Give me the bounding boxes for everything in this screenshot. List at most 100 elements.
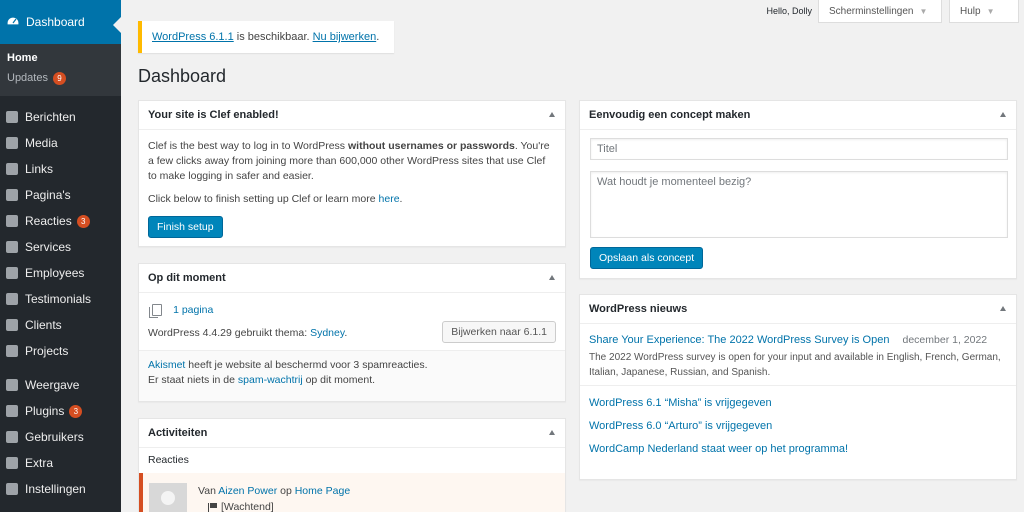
queue-text: Er staat niets in de xyxy=(148,374,238,386)
sidebar-item-0[interactable]: Berichten xyxy=(0,104,121,130)
draft-title-input[interactable]: Titel xyxy=(590,138,1008,160)
widget-header[interactable]: Activiteiten xyxy=(139,419,565,448)
caret-down-icon: ▼ xyxy=(986,6,995,16)
clef-widget: Your site is Clef enabled! Clef is the b… xyxy=(138,100,566,247)
news-link[interactable]: WordPress 6.1 “Misha” is vrijgegeven xyxy=(589,397,772,409)
sidebar-item-2[interactable]: Links xyxy=(0,156,121,182)
comment-text: op xyxy=(277,485,295,497)
draft-content-textarea[interactable]: Wat houdt je momenteel bezig? xyxy=(590,171,1008,238)
collapse-arrow-icon[interactable] xyxy=(549,430,555,435)
version-link[interactable]: WordPress 6.1.1 xyxy=(152,31,234,43)
sidebar-item-label: Gebruikers xyxy=(25,430,84,444)
wordpress-news-widget: WordPress nieuws Share Your Experience: … xyxy=(579,294,1017,480)
quick-draft-widget: Eenvoudig een concept maken Titel Wat ho… xyxy=(579,100,1017,279)
widget-header[interactable]: Your site is Clef enabled! xyxy=(139,101,565,130)
collapse-arrow-icon[interactable] xyxy=(549,275,555,280)
menu-separator xyxy=(0,364,121,372)
news-link-item: WordPress 6.0 “Arturo” is vrijgegeven xyxy=(580,415,1016,438)
settings-icon xyxy=(6,483,18,495)
help-button[interactable]: Hulp ▼ xyxy=(949,0,1019,23)
page-title: Dashboard xyxy=(138,66,227,86)
notice-end: . xyxy=(376,31,380,43)
screen-options-button[interactable]: Scherminstellingen ▼ xyxy=(818,0,942,23)
link-icon xyxy=(6,163,18,175)
main-content: Hello, Dolly Scherminstellingen ▼ Hulp ▼… xyxy=(121,0,1024,512)
news-link[interactable]: WordCamp Nederland staat weer op het pro… xyxy=(589,443,848,455)
dashboard-submenu: Home Updates 9 xyxy=(0,44,121,96)
screen-options-label: Scherminstellingen xyxy=(829,5,914,17)
sidebar-item-label: Links xyxy=(25,162,54,176)
count-badge: 3 xyxy=(69,404,83,418)
news-link[interactable]: WordPress 6.0 “Arturo” is vrijgegeven xyxy=(589,420,772,432)
sidebar-item-label: Weergave xyxy=(25,378,80,392)
sidebar-item-1[interactable]: Media xyxy=(0,130,121,156)
page-count-link[interactable]: 1 pagina xyxy=(173,304,213,316)
news-date: december 1, 2022 xyxy=(902,334,988,346)
admin-sidebar: Dashboard Home Updates 9 Berichten Media Li… xyxy=(0,0,121,512)
collapse-arrow-icon[interactable] xyxy=(549,112,555,117)
sidebar-item-9[interactable]: Projects xyxy=(0,338,121,364)
spam-queue-link[interactable]: spam-wachtrij xyxy=(238,374,303,386)
caret-down-icon: ▼ xyxy=(919,6,928,16)
update-now-link[interactable]: Nu bijwerken xyxy=(313,31,377,43)
clef-description: Clef is the best way to log in to WordPr… xyxy=(148,139,556,184)
brush-icon xyxy=(6,379,18,391)
comment-post-link[interactable]: Home Page xyxy=(295,485,350,497)
news-main-item: Share Your Experience: The 2022 WordPres… xyxy=(580,324,1016,386)
sidebar-item-12[interactable]: Gebruikers xyxy=(0,424,121,450)
collapse-arrow-icon[interactable] xyxy=(1000,112,1006,117)
submenu-updates[interactable]: Updates 9 xyxy=(0,68,121,88)
sidebar-item-10[interactable]: Weergave xyxy=(0,372,121,398)
activity-widget: Activiteiten Reacties Van Aizen Power op… xyxy=(138,418,566,512)
widget-body: Clef is the best way to log in to WordPr… xyxy=(139,130,565,247)
submenu-home[interactable]: Home xyxy=(0,48,121,68)
theme-text: . xyxy=(344,327,348,339)
sidebar-item-label: Projects xyxy=(25,344,69,358)
clef-text: . xyxy=(399,193,403,205)
sidebar-item-3[interactable]: Pagina's xyxy=(0,182,121,208)
collapse-arrow-icon[interactable] xyxy=(1000,306,1006,311)
comment-item: Van Aizen Power op Home Page [Wachtend] xyxy=(139,473,565,512)
sidebar-item-13[interactable]: Extra xyxy=(0,450,121,476)
sidebar-item-label: Clients xyxy=(25,318,62,332)
sidebar-item-dashboard[interactable]: Dashboard xyxy=(0,0,121,44)
sidebar-item-6[interactable]: Employees xyxy=(0,260,121,286)
sidebar-item-label: Reacties xyxy=(25,214,72,228)
sidebar-item-14[interactable]: Instellingen xyxy=(0,476,121,502)
submenu-label: Updates xyxy=(7,72,48,84)
sidebar-item-8[interactable]: Clients xyxy=(0,312,121,338)
update-wordpress-button[interactable]: Bijwerken naar 6.1.1 xyxy=(442,321,556,343)
sidebar-item-5[interactable]: Services xyxy=(0,234,121,260)
finish-setup-button[interactable]: Finish setup xyxy=(148,216,223,238)
widget-header[interactable]: Eenvoudig een concept maken xyxy=(580,101,1016,130)
widget-title: Eenvoudig een concept maken xyxy=(589,109,751,121)
sidebar-menu: Berichten Media Links Pagina's Reacties 3 Serv… xyxy=(0,96,121,502)
widget-header[interactable]: WordPress nieuws xyxy=(580,295,1016,324)
at-a-glance-widget: Op dit moment 1 pagina WordPress 4.4.29 … xyxy=(138,263,566,402)
page-icon xyxy=(149,304,162,319)
sidebar-item-11[interactable]: Plugins 3 xyxy=(0,398,121,424)
theme-info: WordPress 4.4.29 gebruikt thema: Sydney. xyxy=(148,327,347,339)
save-draft-button[interactable]: Opslaan als concept xyxy=(590,247,704,269)
widget-title: WordPress nieuws xyxy=(589,303,688,315)
sidebar-item-4[interactable]: Reacties 3 xyxy=(0,208,121,234)
akismet-link[interactable]: Akismet xyxy=(148,359,185,371)
here-link[interactable]: here xyxy=(379,193,400,205)
briefcase-icon xyxy=(6,267,18,279)
dashboard-icon xyxy=(6,16,20,26)
news-main-link[interactable]: Share Your Experience: The 2022 WordPres… xyxy=(589,334,889,346)
news-links: WordPress 6.1 “Misha” is vrijgegeven Wor… xyxy=(580,386,1016,461)
notice-text: is beschikbaar. xyxy=(233,31,313,43)
update-notice: WordPress 6.1.1 is beschikbaar. Nu bijwe… xyxy=(138,21,394,53)
theme-link[interactable]: Sydney xyxy=(310,327,344,339)
clef-text: Clef is the best way to log in to WordPr… xyxy=(148,140,348,152)
comment-author-link[interactable]: Aizen Power xyxy=(218,485,277,497)
comment-icon xyxy=(6,215,18,227)
page-count-row: 1 pagina xyxy=(149,302,556,319)
comments-section-title: Reacties xyxy=(148,454,189,466)
sidebar-item-7[interactable]: Testimonials xyxy=(0,286,121,312)
person-icon xyxy=(6,319,18,331)
pending-label: [Wachtend] xyxy=(221,501,274,512)
widget-header[interactable]: Op dit moment xyxy=(139,264,565,293)
akismet-text: heeft je website al beschermd voor 3 spa… xyxy=(185,359,428,371)
